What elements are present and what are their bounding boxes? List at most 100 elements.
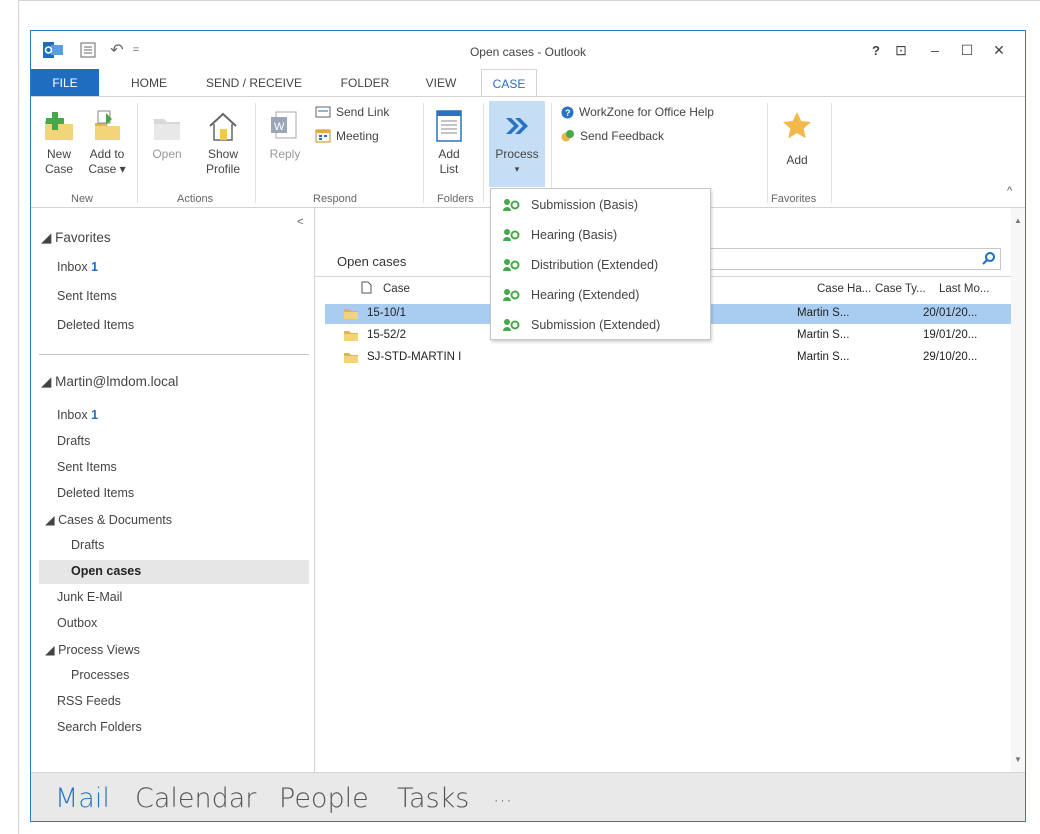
send-feedback-label: Send Feedback — [580, 129, 665, 143]
last-modified: 20/01/20... — [923, 307, 978, 319]
menu-item-distribution-extended[interactable]: Distribution (Extended) — [491, 250, 710, 280]
process-gear-icon — [491, 318, 531, 332]
ribbon-display-options-icon[interactable]: ⊡ — [893, 41, 909, 59]
group-separator — [831, 103, 832, 203]
maximize-icon[interactable]: ☐ — [959, 41, 975, 59]
meeting-button[interactable]: Meeting — [315, 129, 379, 143]
column-case-type[interactable]: Case Ty... — [875, 283, 926, 295]
menu-item-label: Hearing (Basis) — [531, 228, 618, 242]
last-modified: 29/10/20... — [923, 351, 978, 363]
search-icon[interactable] — [982, 251, 996, 268]
add-to-case-button[interactable]: Add to Case ▾ — [85, 109, 129, 177]
column-last-modified[interactable]: Last Mo... — [939, 283, 990, 295]
scroll-up-icon[interactable]: ▲ — [1014, 216, 1022, 225]
search-folders-folder[interactable]: Search Folders — [57, 720, 142, 734]
reply-word-icon: W — [271, 111, 297, 139]
outbox-folder[interactable]: Outbox — [57, 616, 97, 630]
collapse-ribbon-icon[interactable]: ^ — [1007, 185, 1012, 197]
process-button[interactable]: Process ▾ — [489, 101, 545, 187]
folder-label: Inbox — [57, 408, 88, 422]
tab-folder[interactable]: FOLDER — [335, 69, 395, 97]
table-row[interactable]: SJ-STD-MARTIN I Martin S... 29/10/20... — [325, 348, 1011, 368]
cases-documents-folder[interactable]: ◢ Cases & Documents — [45, 512, 172, 527]
folder-pane: < ◢ Favorites Inbox 1 Sent Items Deleted… — [31, 208, 315, 772]
group-separator — [767, 103, 768, 203]
close-icon[interactable]: ✕ — [991, 41, 1007, 59]
reply-label: Reply — [269, 147, 301, 161]
tab-file[interactable]: FILE — [31, 69, 99, 97]
add-list-button[interactable]: Add List — [429, 109, 469, 177]
group-label-actions: Actions — [177, 193, 214, 205]
case-number: SJ-STD-MARTIN I — [367, 351, 462, 363]
nav-mail[interactable]: Mail — [55, 783, 110, 814]
menu-item-submission-basis[interactable]: Submission (Basis) — [491, 190, 710, 220]
menu-item-label: Hearing (Extended) — [531, 288, 640, 302]
reply-button[interactable]: W Reply — [265, 109, 305, 162]
column-case[interactable]: Case — [383, 283, 410, 295]
collapse-folder-pane-icon[interactable]: < — [297, 216, 303, 228]
workzone-help-button[interactable]: ? WorkZone for Office Help — [561, 105, 714, 119]
show-profile-label-2: Profile — [205, 162, 240, 176]
add-to-case-label-2: Case ▾ — [88, 162, 126, 176]
meeting-label: Meeting — [336, 129, 379, 143]
junk-email-folder[interactable]: Junk E-Mail — [57, 590, 122, 604]
column-case-handler[interactable]: Case Ha... — [817, 283, 871, 295]
help-icon[interactable]: ? — [869, 41, 883, 59]
workzone-help-label: WorkZone for Office Help — [579, 105, 714, 119]
nav-calendar[interactable]: Calendar — [135, 783, 256, 814]
favorites-sent-items[interactable]: Sent Items — [57, 289, 117, 303]
send-feedback-button[interactable]: Send Feedback — [561, 129, 664, 143]
new-case-icon — [45, 112, 73, 140]
scroll-down-icon[interactable]: ▼ — [1014, 755, 1022, 764]
menu-item-hearing-extended[interactable]: Hearing (Extended) — [491, 280, 710, 310]
send-link-button[interactable]: Send Link — [315, 105, 389, 119]
rss-feeds-folder[interactable]: RSS Feeds — [57, 694, 121, 708]
process-gear-icon — [491, 288, 531, 302]
pane-divider — [39, 354, 309, 355]
menu-item-hearing-basis[interactable]: Hearing (Basis) — [491, 220, 710, 250]
open-label: Open — [152, 147, 182, 161]
processes-folder[interactable]: Processes — [71, 668, 129, 682]
nav-people[interactable]: People — [279, 783, 369, 814]
case-folder-icon — [343, 306, 359, 323]
new-case-button[interactable]: New Case — [39, 109, 79, 177]
group-separator — [255, 103, 256, 203]
add-to-case-label-1: Add to — [89, 147, 125, 161]
svg-text:?: ? — [565, 108, 571, 118]
account-sent-items[interactable]: Sent Items — [57, 460, 117, 474]
account-deleted-items[interactable]: Deleted Items — [57, 486, 134, 500]
add-favorite-button[interactable]: Add — [777, 109, 817, 168]
module-switcher: Mail Calendar People Tasks ··· — [31, 772, 1025, 821]
tab-home[interactable]: HOME — [123, 69, 175, 97]
favorites-deleted-items[interactable]: Deleted Items — [57, 318, 134, 332]
group-separator — [483, 103, 484, 203]
open-cases-folder[interactable]: Open cases — [71, 564, 141, 578]
case-handler: Martin S... — [797, 351, 850, 363]
minimize-icon[interactable]: – — [927, 41, 943, 59]
menu-item-label: Distribution (Extended) — [531, 258, 659, 272]
nav-tasks[interactable]: Tasks — [397, 783, 469, 814]
tab-view[interactable]: VIEW — [419, 69, 463, 97]
search-input[interactable] — [700, 248, 1001, 270]
group-label-favorites: Favorites — [771, 193, 817, 205]
process-views-folder[interactable]: ◢ Process Views — [45, 642, 140, 657]
favorites-header[interactable]: ◢ Favorites — [41, 230, 111, 246]
tab-send-receive[interactable]: SEND / RECEIVE — [199, 69, 309, 97]
tab-case[interactable]: CASE — [481, 69, 537, 97]
process-gear-icon — [491, 198, 531, 212]
cases-drafts[interactable]: Drafts — [71, 538, 104, 552]
open-button[interactable]: Open — [147, 109, 187, 162]
account-header[interactable]: ◢ Martin@lmdom.local — [41, 374, 178, 390]
account-inbox[interactable]: Inbox 1 — [57, 408, 98, 422]
last-modified: 19/01/20... — [923, 329, 978, 341]
list-title: Open cases — [337, 254, 407, 269]
account-drafts[interactable]: Drafts — [57, 434, 90, 448]
process-gear-icon — [491, 228, 531, 242]
menu-item-submission-extended[interactable]: Submission (Extended) — [491, 310, 710, 340]
vertical-scrollbar[interactable]: ▲ ▼ — [1011, 208, 1025, 772]
new-case-label-1: New — [46, 147, 71, 161]
nav-more-icon[interactable]: ··· — [493, 789, 512, 813]
show-profile-button[interactable]: Show Profile — [199, 109, 247, 177]
favorites-inbox[interactable]: Inbox 1 — [57, 260, 98, 274]
case-handler: Martin S... — [797, 307, 850, 319]
